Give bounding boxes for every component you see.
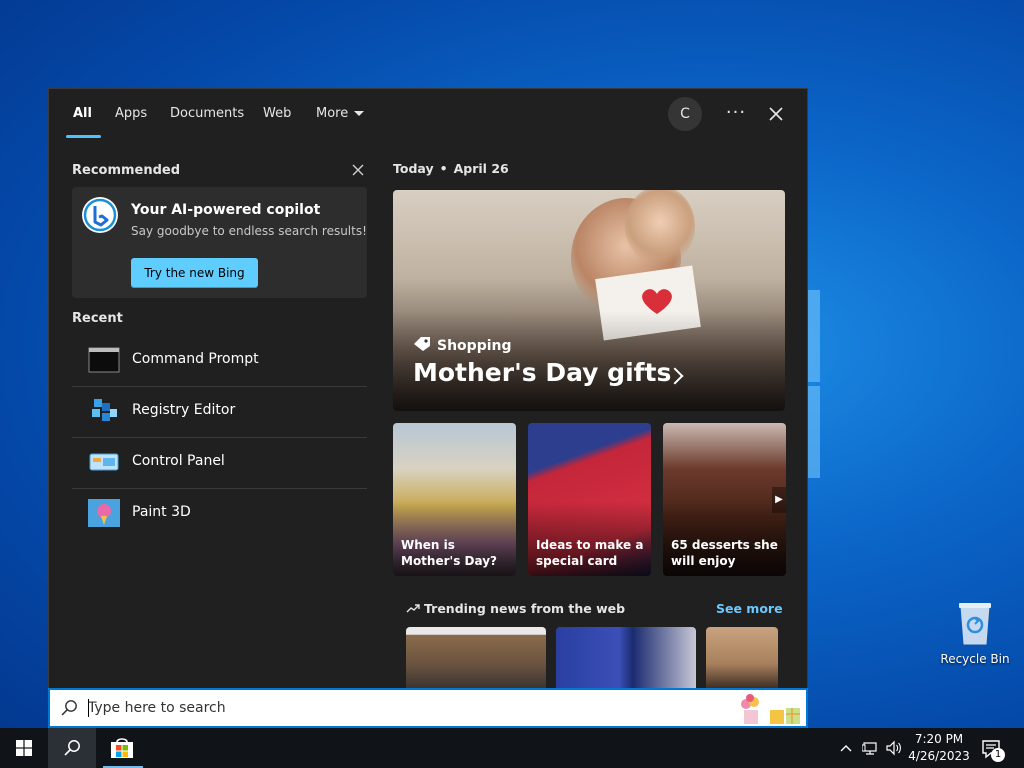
trending-heading: Trending news from the web xyxy=(406,601,625,616)
recent-heading: Recent xyxy=(72,311,123,326)
command-prompt-icon xyxy=(88,347,120,373)
today-date-line: Today • April 26 xyxy=(393,161,509,176)
clock-date: 4/26/2023 xyxy=(908,749,970,763)
recent-item-label: Registry Editor xyxy=(132,402,236,418)
search-icon xyxy=(61,700,77,716)
notification-count-badge: 1 xyxy=(991,748,1005,762)
network-icon[interactable] xyxy=(862,740,878,756)
chevron-down-icon xyxy=(354,111,365,116)
card-when-is-mothers-day[interactable]: When is Mother's Day? xyxy=(393,423,516,576)
volume-icon[interactable] xyxy=(886,740,902,756)
card-label: 65 desserts she will enjoy xyxy=(671,538,778,568)
news-thumbnail[interactable] xyxy=(706,627,778,688)
search-panel: All Apps Documents Web More C ··· Recomm… xyxy=(48,88,808,688)
taskbar: 7:20 PM 4/26/2023 xyxy=(0,728,1024,768)
recycle-bin-desktop-icon[interactable]: Recycle Bin xyxy=(940,600,1010,666)
left-column: Recommended Your AI-powered copilot Say … xyxy=(49,139,379,688)
trending-title: Trending news from the web xyxy=(424,601,626,616)
hero-card-mothers-day[interactable]: Shopping Mother's Day gifts xyxy=(393,190,785,411)
recent-item-command-prompt[interactable]: Command Prompt xyxy=(72,336,367,387)
recycle-bin-icon xyxy=(959,603,991,645)
recent-list: Command Prompt Registry Editor Control P… xyxy=(72,336,367,539)
text-cursor xyxy=(88,699,89,717)
tab-more[interactable]: More xyxy=(316,106,365,121)
hero-title: Mother's Day gifts xyxy=(413,358,672,387)
windows-logo-icon xyxy=(16,740,32,756)
tab-apps[interactable]: Apps xyxy=(115,106,147,121)
try-new-bing-button[interactable]: Try the new Bing xyxy=(131,258,258,288)
tab-all[interactable]: All xyxy=(73,106,92,121)
recommended-heading: Recommended xyxy=(72,163,181,178)
hero-tag-label: Shopping xyxy=(437,338,512,354)
news-thumbnail[interactable] xyxy=(406,627,546,688)
search-highlight-doodle xyxy=(741,694,800,724)
account-avatar-button[interactable]: C xyxy=(668,97,702,131)
today-date: April 26 xyxy=(453,161,509,176)
recycle-bin-label: Recycle Bin xyxy=(940,652,1010,666)
trending-arrow-icon xyxy=(406,604,420,613)
tag-icon xyxy=(414,337,430,351)
recent-item-label: Paint 3D xyxy=(132,504,191,520)
tab-documents[interactable]: Documents xyxy=(170,106,244,121)
bing-logo xyxy=(82,197,118,233)
search-box xyxy=(48,688,808,728)
taskbar-clock[interactable]: 7:20 PM 4/26/2023 xyxy=(908,731,970,765)
bing-promo-card: Your AI-powered copilot Say goodbye to e… xyxy=(72,187,367,298)
taskbar-store-button[interactable] xyxy=(98,728,146,768)
cards-next-arrow[interactable]: ▶ xyxy=(772,487,786,513)
search-input[interactable] xyxy=(88,697,688,719)
see-more-link[interactable]: See more xyxy=(716,601,783,616)
start-button[interactable] xyxy=(0,728,48,768)
tab-web[interactable]: Web xyxy=(263,106,291,121)
control-panel-icon xyxy=(89,453,119,471)
clock-time: 7:20 PM xyxy=(914,732,964,746)
active-tab-indicator xyxy=(66,135,101,138)
microsoft-store-icon xyxy=(111,738,133,758)
tab-more-label: More xyxy=(316,106,349,121)
today-label: Today xyxy=(393,161,434,176)
registry-editor-icon xyxy=(92,399,117,421)
recent-item-registry-editor[interactable]: Registry Editor xyxy=(72,387,367,438)
close-icon[interactable] xyxy=(761,99,791,129)
search-tabs: All Apps Documents Web More C ··· xyxy=(49,89,807,139)
dismiss-recommended-icon[interactable] xyxy=(350,162,366,178)
hero-image-child xyxy=(625,190,695,266)
bing-b-icon xyxy=(83,198,117,232)
recent-item-label: Control Panel xyxy=(132,453,225,469)
recent-item-paint-3d[interactable]: Paint 3D xyxy=(72,489,367,539)
card-label: When is Mother's Day? xyxy=(401,538,497,568)
bing-card-subtitle: Say goodbye to endless search results! xyxy=(131,224,367,238)
recent-item-control-panel[interactable]: Control Panel xyxy=(72,438,367,489)
news-thumbnail[interactable] xyxy=(556,627,696,688)
card-desserts[interactable]: 65 desserts she will enjoy xyxy=(663,423,786,576)
paint-3d-icon xyxy=(88,499,120,527)
hero-tag: Shopping xyxy=(413,336,512,354)
bing-card-title: Your AI-powered copilot xyxy=(131,202,321,218)
recent-item-label: Command Prompt xyxy=(132,351,259,367)
card-label: Ideas to make a special card xyxy=(536,538,644,568)
more-options-button[interactable]: ··· xyxy=(721,99,751,129)
taskbar-search-button[interactable] xyxy=(48,728,96,768)
show-hidden-icons-icon[interactable] xyxy=(838,740,854,756)
search-icon xyxy=(64,740,80,756)
card-special-card-ideas[interactable]: Ideas to make a special card xyxy=(528,423,651,576)
date-separator: • xyxy=(439,161,448,176)
